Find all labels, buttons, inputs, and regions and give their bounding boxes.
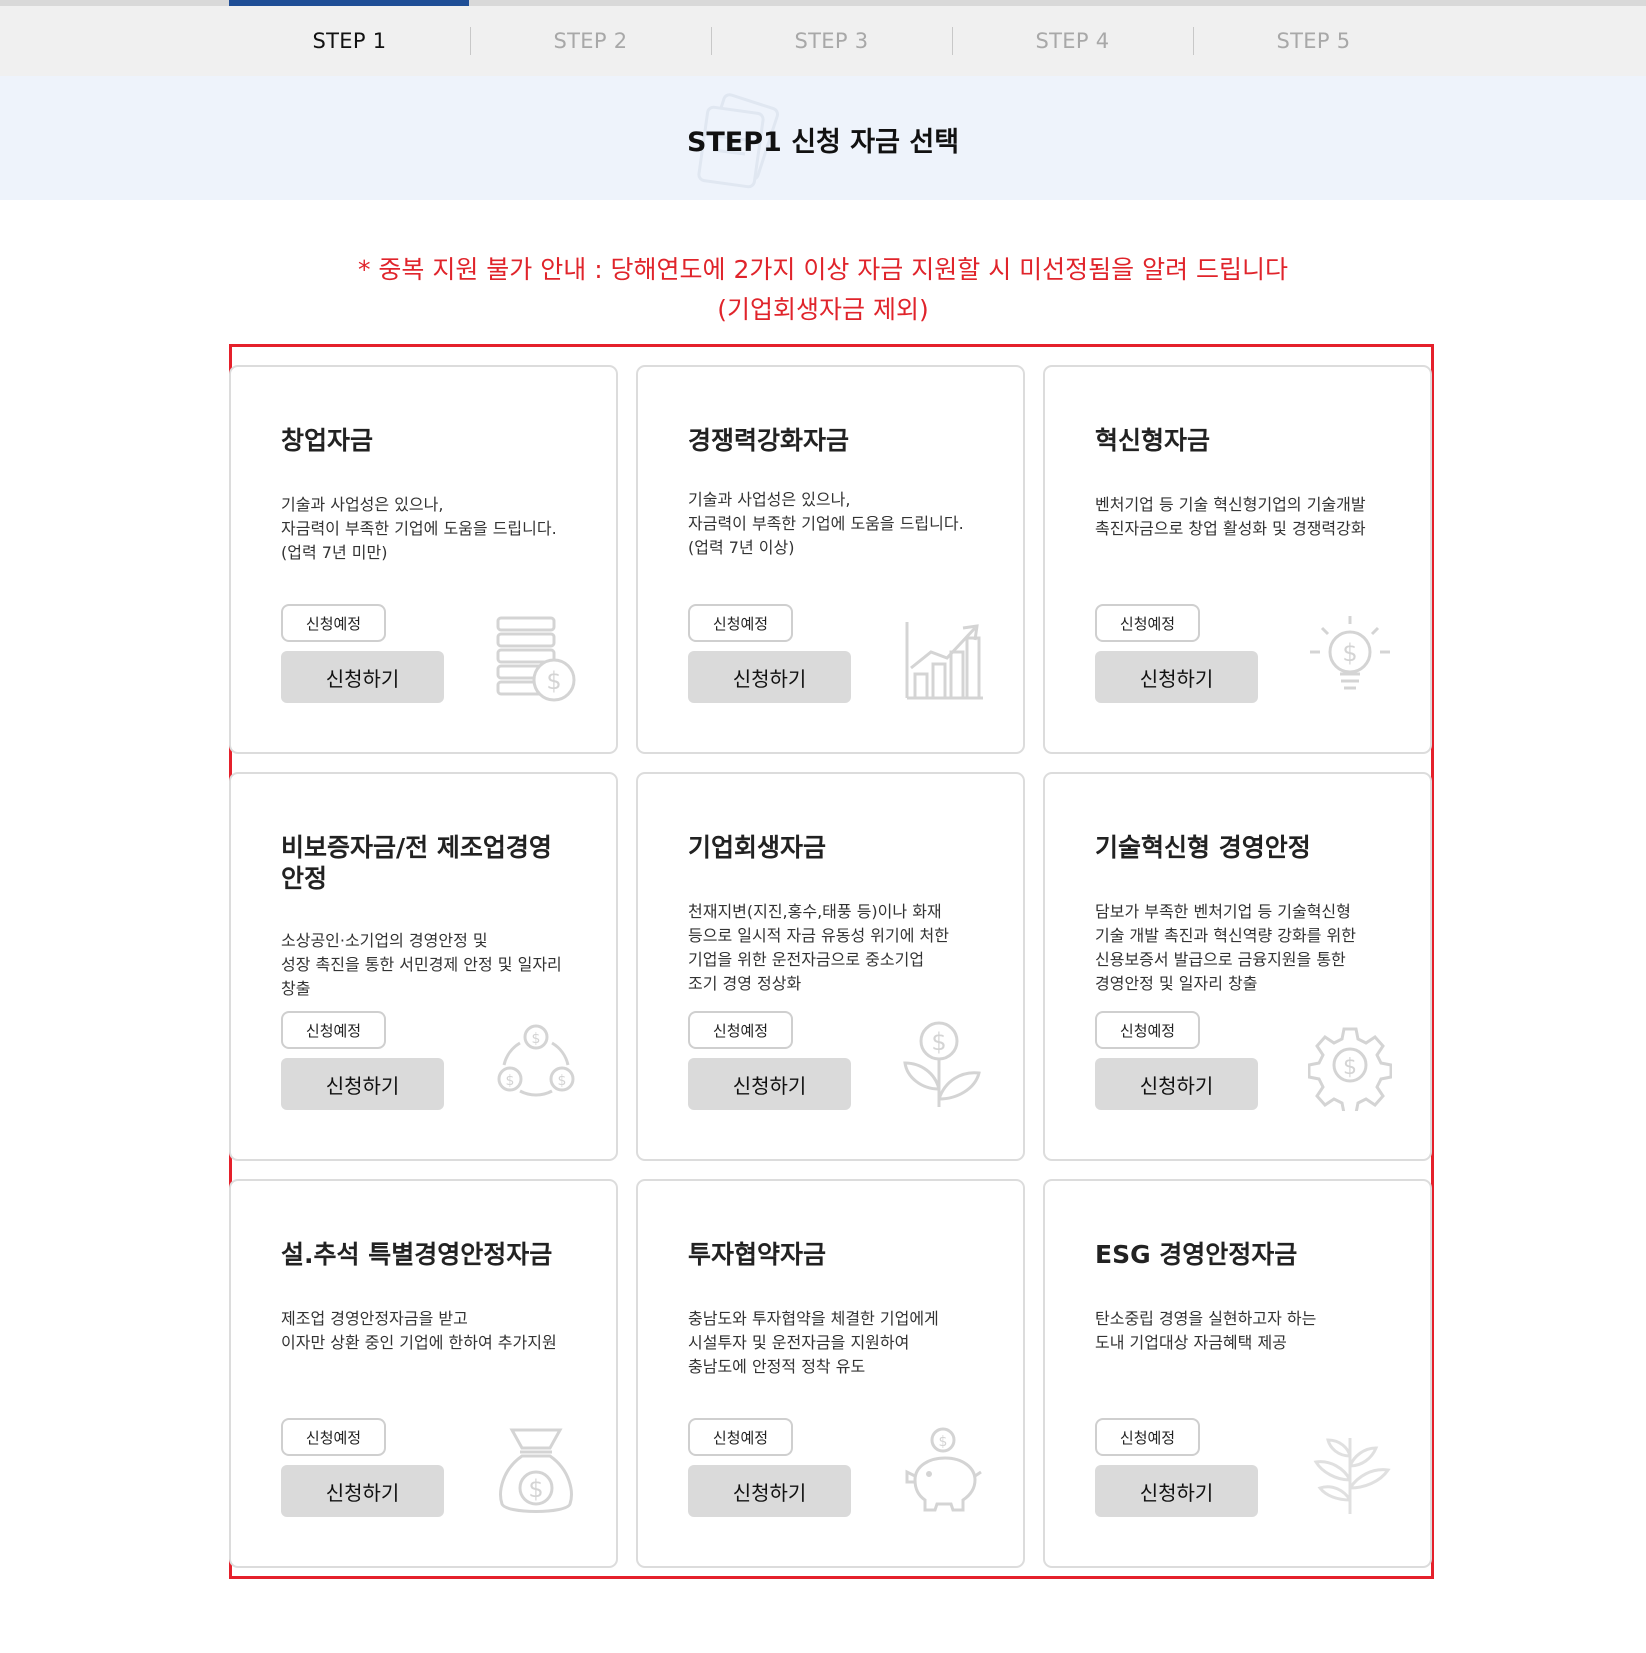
card-description: 충남도와 투자협약을 체결한 기업에게 시설투자 및 운전자금을 지원하여 충남…	[688, 1309, 939, 1376]
svg-text:$: $	[532, 1031, 541, 1047]
card-description: 기술과 사업성은 있으나, 자금력이 부족한 기업에 도움을 드립니다. (업력…	[281, 495, 557, 562]
card-title: 기술혁신형 경영안정	[1095, 833, 1311, 862]
status-badge: 신청예정	[281, 1011, 386, 1049]
apply-button[interactable]: 신청하기	[1095, 1058, 1258, 1110]
step-tab-3[interactable]: STEP 3	[711, 6, 952, 76]
money-plant-icon: $	[901, 1019, 985, 1111]
fund-card-startup[interactable]: 창업자금 기술과 사업성은 있으나, 자금력이 부족한 기업에 도움을 드립니다…	[229, 365, 618, 754]
svg-text:$: $	[558, 1073, 567, 1089]
apply-button[interactable]: 신청하기	[1095, 651, 1258, 703]
apply-button[interactable]: 신청하기	[688, 1465, 851, 1517]
svg-text:$: $	[528, 1475, 543, 1503]
svg-text:$: $	[506, 1073, 515, 1089]
step-tab-1[interactable]: STEP 1	[229, 6, 470, 76]
svg-text:$: $	[1343, 1055, 1357, 1080]
apply-button[interactable]: 신청하기	[281, 1465, 444, 1517]
card-description: 탄소중립 경영을 실현하고자 하는 도내 기업대상 자금혜택 제공	[1095, 1309, 1317, 1352]
card-title: 설.추석 특별경영안정자금	[281, 1240, 553, 1269]
fund-card-esg[interactable]: ESG 경영안정자금 탄소중립 경영을 실현하고자 하는 도내 기업대상 자금혜…	[1043, 1179, 1432, 1568]
card-title: 투자협약자금	[688, 1240, 827, 1269]
svg-text:$: $	[546, 667, 561, 695]
status-badge: 신청예정	[281, 1418, 386, 1456]
card-title: 혁신형자금	[1095, 426, 1211, 455]
svg-text:$: $	[931, 1028, 946, 1056]
fund-card-rehabilitation[interactable]: 기업회생자금 천재지변(지진,홍수,태풍 등)이나 화재 등으로 일시적 자금 …	[636, 772, 1025, 1161]
fund-card-holiday-special[interactable]: 설.추석 특별경영안정자금 제조업 경영안정자금을 받고 이자만 상환 중인 기…	[229, 1179, 618, 1568]
lightbulb-dollar-icon: $	[1308, 612, 1392, 704]
step-tabs: STEP 1 STEP 2 STEP 3 STEP 4 STEP 5	[229, 6, 1434, 76]
status-badge: 신청예정	[1095, 1418, 1200, 1456]
apply-button[interactable]: 신청하기	[688, 1058, 851, 1110]
status-badge: 신청예정	[688, 1418, 793, 1456]
step-tab-5[interactable]: STEP 5	[1193, 6, 1434, 76]
status-badge: 신청예정	[688, 604, 793, 642]
fund-card-tech-innovation[interactable]: 기술혁신형 경영안정 담보가 부족한 벤처기업 등 기술혁신형 기술 개발 촉진…	[1043, 772, 1432, 1161]
svg-text:$: $	[1342, 639, 1357, 667]
leaf-branch-icon	[1308, 1426, 1392, 1518]
card-title: ESG 경영안정자금	[1095, 1240, 1298, 1269]
step-tab-2[interactable]: STEP 2	[470, 6, 711, 76]
fund-card-competitiveness[interactable]: 경쟁력강화자금 기술과 사업성은 있으나, 자금력이 부족한 기업에 도움을 드…	[636, 365, 1025, 754]
step-navigation: STEP 1 STEP 2 STEP 3 STEP 4 STEP 5	[0, 0, 1646, 76]
card-description: 제조업 경영안정자금을 받고 이자만 상환 중인 기업에 한하여 추가지원	[281, 1309, 557, 1352]
card-title: 비보증자금/전 제조업경영안정	[281, 833, 552, 893]
fund-card-non-guarantee[interactable]: 비보증자금/전 제조업경영안정 소상공인·소기업의 경영안정 및 성장 촉진을 …	[229, 772, 618, 1161]
card-title: 창업자금	[281, 426, 374, 455]
card-title: 경쟁력강화자금	[688, 426, 850, 455]
card-description: 천재지변(지진,홍수,태풍 등)이나 화재 등으로 일시적 자금 유동성 위기에…	[688, 902, 949, 993]
page-header: STEP1 신청 자금 선택	[0, 76, 1646, 200]
fund-card-grid: 창업자금 기술과 사업성은 있으나, 자금력이 부족한 기업에 도움을 드립니다…	[229, 344, 1434, 1579]
card-description: 소상공인·소기업의 경영안정 및 성장 촉진을 통한 서민경제 안정 및 일자리…	[281, 931, 562, 998]
notice-line-1: * 중복 지원 불가 안내 : 당해연도에 2가지 이상 자금 지원할 시 미선…	[357, 255, 1289, 284]
gear-dollar-icon: $	[1307, 1019, 1393, 1115]
page-title: STEP1 신청 자금 선택	[686, 127, 960, 158]
card-description: 담보가 부족한 벤처기업 등 기술혁신형 기술 개발 촉진과 혁신역량 강화를 …	[1095, 902, 1356, 993]
status-badge: 신청예정	[688, 1011, 793, 1049]
apply-button[interactable]: 신청하기	[281, 651, 444, 703]
card-description: 벤처기업 등 기술 혁신형기업의 기술개발 촉진자금으로 창업 활성화 및 경쟁…	[1095, 495, 1366, 538]
status-badge: 신청예정	[1095, 604, 1200, 642]
piggy-bank-icon: $	[901, 1426, 985, 1518]
status-badge: 신청예정	[281, 604, 386, 642]
fund-card-investment-agreement[interactable]: 투자협약자금 충남도와 투자협약을 체결한 기업에게 시설투자 및 운전자금을 …	[636, 1179, 1025, 1568]
card-title: 기업회생자금	[688, 833, 827, 862]
card-description: 기술과 사업성은 있으나, 자금력이 부족한 기업에 도움을 드립니다. (업력…	[688, 490, 964, 557]
status-badge: 신청예정	[1095, 1011, 1200, 1049]
fund-card-innovation[interactable]: 혁신형자금 벤처기업 등 기술 혁신형기업의 기술개발 촉진자금으로 창업 활성…	[1043, 365, 1432, 754]
growth-chart-icon	[901, 612, 985, 704]
notice-line-2: (기업회생자금 제외)	[717, 295, 929, 324]
step-tab-4[interactable]: STEP 4	[952, 6, 1193, 76]
apply-button[interactable]: 신청하기	[281, 1058, 444, 1110]
svg-text:$: $	[939, 1434, 948, 1450]
money-bag-icon: $	[494, 1426, 578, 1518]
duplicate-support-notice: * 중복 지원 불가 안내 : 당해연도에 2가지 이상 자금 지원할 시 미선…	[0, 250, 1646, 330]
apply-button[interactable]: 신청하기	[688, 651, 851, 703]
apply-button[interactable]: 신청하기	[1095, 1465, 1258, 1517]
coins-cycle-icon: $ $ $	[494, 1019, 578, 1111]
coins-stack-icon: $	[494, 612, 578, 704]
